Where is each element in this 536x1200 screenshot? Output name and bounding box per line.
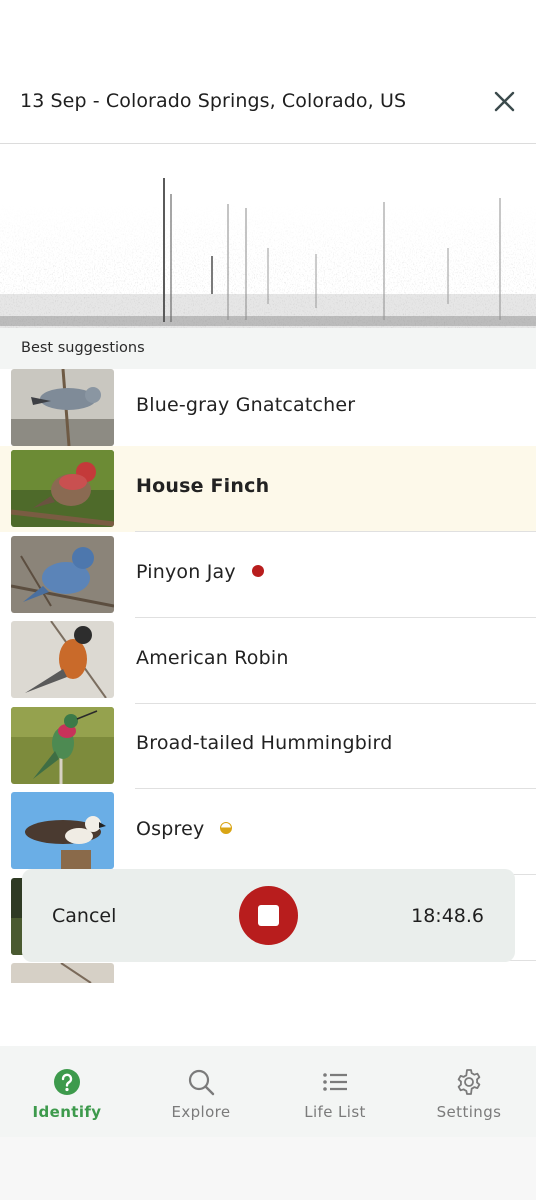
tab-explore[interactable]: Explore [134,1046,268,1137]
bottom-nav: Identify Explore Life List Settings [0,1046,536,1137]
page-title: 13 Sep - Colorado Springs, Colorado, US [20,90,407,112]
bird-photo [11,621,114,698]
question-circle-icon [54,1069,80,1095]
tab-life-list[interactable]: Life List [268,1046,402,1137]
bird-photo [11,707,114,784]
tab-settings[interactable]: Settings [402,1046,536,1137]
bird-photo [11,963,114,983]
list-item[interactable] [0,960,536,983]
bird-photo [11,369,114,446]
list-item[interactable]: Broad-tailed Hummingbird [0,703,536,789]
recording-timer: 18:48.6 [411,905,484,927]
bird-photo [11,536,114,613]
section-header: Best suggestions [0,328,536,369]
list-footer-space [0,983,536,1046]
list-item[interactable]: American Robin [0,618,536,704]
species-name: Osprey [136,818,233,840]
recording-panel: Cancel 18:48.6 [22,869,515,962]
section-label: Best suggestions [21,340,145,356]
tab-identify[interactable]: Identify [0,1046,134,1137]
tab-label: Identify [32,1103,102,1121]
bird-photo [11,450,114,527]
stop-recording-button[interactable] [239,886,298,945]
list-item[interactable]: Osprey [0,789,536,875]
system-nav-area [0,1137,536,1200]
species-name: Blue-gray Gnatcatcher [136,394,356,416]
stop-icon [258,905,279,926]
species-name: American Robin [136,647,289,669]
list-item[interactable]: Blue-gray Gnatcatcher [0,369,536,455]
cancel-button[interactable]: Cancel [52,905,116,927]
list-icon [323,1073,347,1091]
close-button[interactable] [486,84,522,120]
range-indicator-dot [251,565,264,577]
species-name: Pinyon Jay [136,561,264,583]
status-bar [0,0,536,60]
tab-label: Explore [171,1103,231,1121]
header: 13 Sep - Colorado Springs, Colorado, US [0,60,536,144]
spectrogram[interactable] [0,144,536,328]
tab-label: Settings [436,1103,502,1121]
search-icon [188,1069,215,1096]
close-icon [494,91,515,112]
species-name: Broad-tailed Hummingbird [136,732,393,754]
bird-photo [11,792,114,869]
list-item[interactable]: House Finch [0,446,536,532]
range-indicator-half-icon [220,822,233,834]
spectrogram-graphic [0,144,536,328]
gear-icon [457,1069,481,1095]
list-item[interactable]: Pinyon Jay [0,532,536,618]
tab-label: Life List [304,1103,366,1121]
species-name: House Finch [136,475,270,497]
